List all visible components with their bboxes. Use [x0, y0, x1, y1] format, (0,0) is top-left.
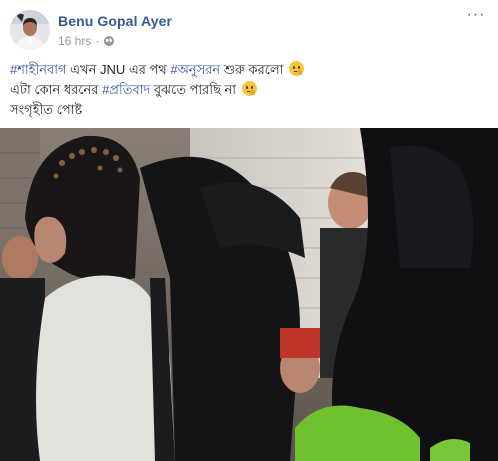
text-segment: এখন JNU এর পথ	[66, 62, 171, 77]
post-header: Benu Gopal Ayer 16 hrs · ···	[10, 7, 488, 54]
hashtag-anusaran[interactable]: #অনুসরন	[170, 62, 220, 77]
hashtag-protibad[interactable]: #প্রতিবাদ	[102, 82, 150, 97]
more-options-icon[interactable]: ···	[466, 7, 486, 24]
photo-image	[0, 128, 498, 461]
avatar[interactable]	[10, 10, 50, 50]
text-segment: এটা কোন ধরনের	[10, 82, 103, 97]
thinking-face-icon	[289, 61, 305, 76]
post-text-line-2: এটা কোন ধরনের #প্রতিবাদ বুঝতে পারছি না	[10, 80, 488, 100]
post-timestamp[interactable]: 16 hrs	[58, 34, 91, 48]
thinking-face-icon	[241, 81, 257, 96]
text-segment: বুঝতে পারছি না	[150, 82, 237, 97]
post-meta: 16 hrs ·	[58, 34, 115, 48]
post-text-line-3: সংগৃহীত পোষ্ট	[10, 102, 83, 117]
globe-icon[interactable]	[103, 35, 115, 47]
author-name[interactable]: Benu Gopal Ayer	[58, 13, 172, 29]
text-segment: শুরু করলো	[220, 62, 284, 77]
post-text-line-1: #শাহীনবাগ এখন JNU এর পথ #অনুসরন শুরু করল…	[10, 60, 488, 80]
profile-photo	[10, 10, 50, 50]
meta-separator: ·	[95, 34, 100, 48]
hashtag-shaheenbagh[interactable]: #শাহীনবাগ	[10, 62, 67, 77]
post-text: #শাহীনবাগ এখন JNU এর পথ #অনুসরন শুরু করল…	[10, 60, 488, 120]
post-photo[interactable]	[0, 128, 498, 461]
